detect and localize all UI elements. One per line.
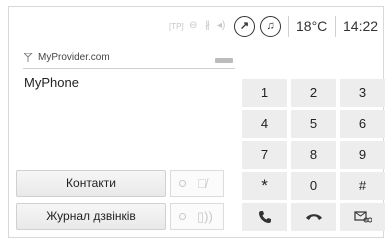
music-icon[interactable]: ♫ — [260, 16, 281, 37]
phone-icon — [258, 211, 271, 223]
battery-icon — [215, 58, 233, 63]
mute-toggle[interactable]: 🎙̸ — [170, 170, 224, 197]
bluetooth-icon: ∦ — [205, 20, 210, 31]
radio-indicator — [179, 180, 186, 187]
key-1[interactable]: 1 — [242, 79, 287, 107]
divider — [335, 16, 336, 37]
key-9[interactable]: 9 — [340, 141, 385, 169]
message-button[interactable] — [340, 203, 385, 231]
call-log-button[interactable]: Журнал дзвінків — [16, 203, 166, 230]
key-2[interactable]: 2 — [291, 79, 336, 107]
temperature-display: 18°C — [296, 18, 328, 34]
divider — [23, 68, 235, 69]
key-4[interactable]: 4 — [242, 110, 287, 138]
infotainment-screen: [TP] ⊖ ∦ ◂) ↗ ♫ 18°C 14:22 MyProvider.co… — [8, 6, 385, 238]
volume-icon: ◂) — [217, 20, 226, 31]
key-8[interactable]: 8 — [291, 141, 336, 169]
handsfree-toggle[interactable]: ▯)) — [170, 203, 224, 230]
clock: 14:22 — [343, 18, 379, 34]
navigation-icon[interactable]: ↗ — [234, 16, 255, 37]
key-hash[interactable]: # — [340, 172, 385, 200]
divider — [288, 16, 289, 37]
settings-icon: ⊖ — [189, 20, 198, 31]
mic-mute-icon: 🎙̸ — [197, 176, 207, 191]
tp-icon: [TP] — [169, 22, 184, 31]
end-call-button[interactable] — [291, 203, 336, 231]
key-star[interactable]: * — [242, 172, 287, 200]
phone-name: MyPhone — [24, 75, 79, 90]
status-bar: [TP] ⊖ ∦ ◂) ↗ ♫ 18°C 14:22 — [9, 7, 383, 47]
signal-icon — [24, 53, 33, 62]
hang-up-icon — [305, 214, 322, 220]
handset-speaker-icon: ▯)) — [197, 209, 213, 224]
key-0[interactable]: 0 — [291, 172, 336, 200]
voicemail-icon — [353, 211, 372, 223]
key-5[interactable]: 5 — [291, 110, 336, 138]
call-button[interactable] — [242, 203, 287, 231]
radio-indicator — [179, 213, 186, 220]
key-3[interactable]: 3 — [340, 79, 385, 107]
key-6[interactable]: 6 — [340, 110, 385, 138]
contacts-button[interactable]: Контакти — [16, 170, 166, 197]
provider-name: MyProvider.com — [38, 52, 110, 63]
key-7[interactable]: 7 — [242, 141, 287, 169]
